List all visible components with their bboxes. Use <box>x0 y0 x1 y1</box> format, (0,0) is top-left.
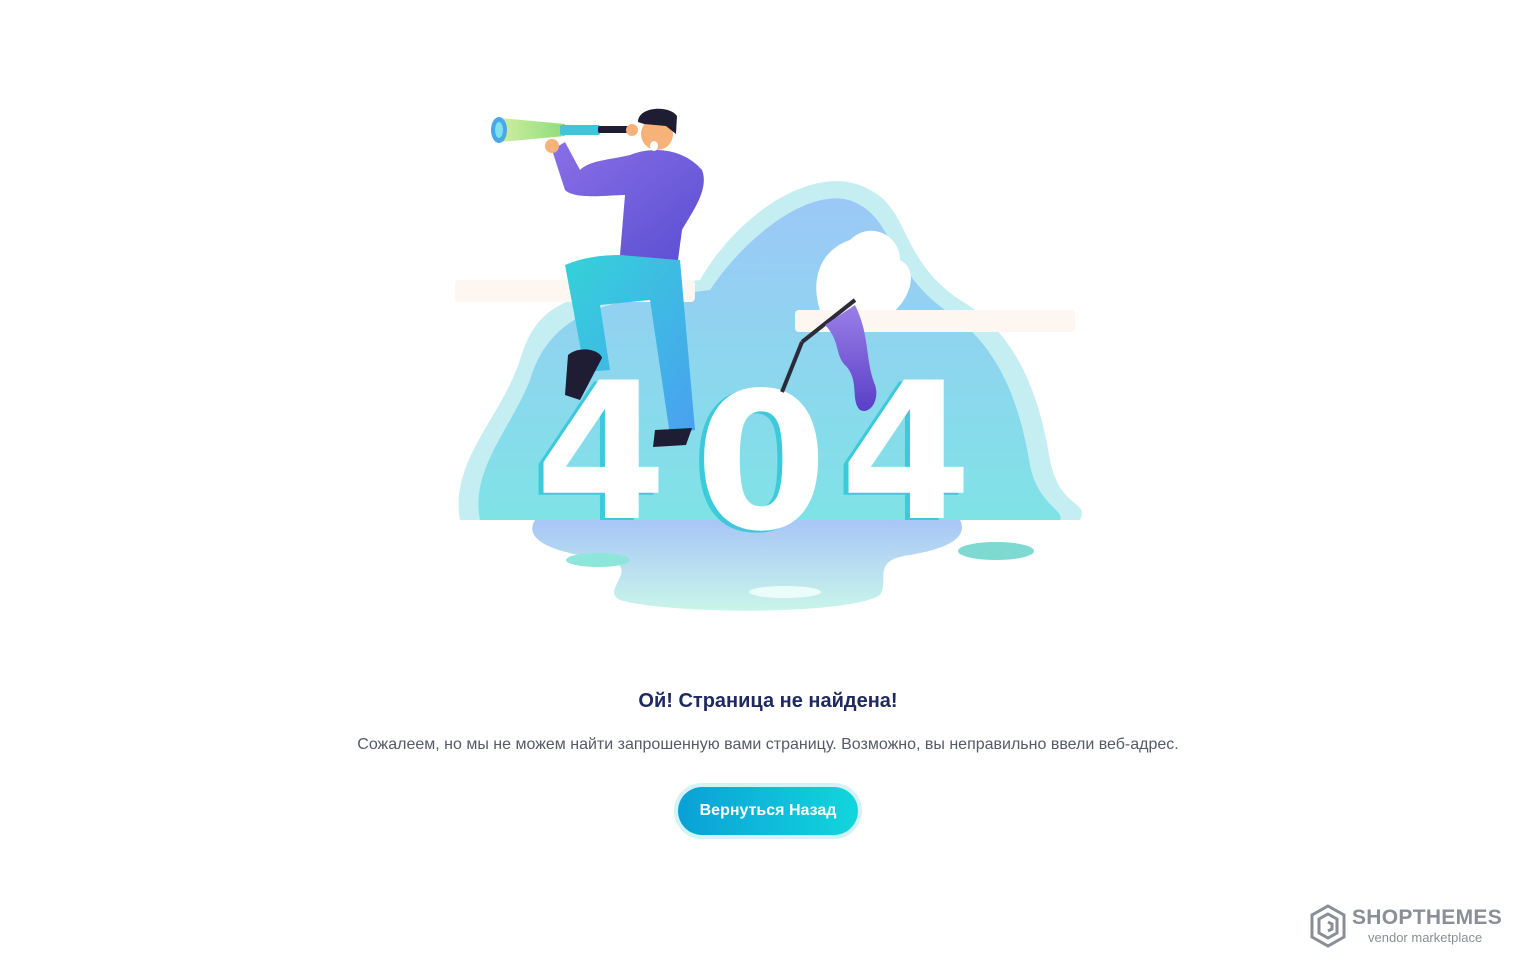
404-illustration: 4 4 0 0 4 4 <box>440 100 1100 620</box>
page-title: Ой! Страница не найдена! <box>638 690 898 712</box>
go-back-button[interactable]: Вернуться Назад <box>674 783 862 839</box>
man-with-telescope-illustration: 4 4 0 0 4 4 <box>455 108 1083 611</box>
brand-tagline: vendor marketplace <box>1368 930 1483 945</box>
hexagon-logo-icon <box>1310 904 1346 948</box>
telescope-icon <box>491 117 638 143</box>
brand-name: SHOPTHEMES <box>1352 906 1503 929</box>
error-message: Сожалеем, но мы не можем найти запрошенн… <box>357 736 1179 753</box>
go-back-button-label: Вернуться Назад <box>678 787 858 835</box>
digit-zero: 0 <box>695 352 827 573</box>
digit-four-left: 4 <box>535 342 667 563</box>
error-page: 4 4 0 0 4 4 Ой! Страница не найдена! Сож… <box>0 0 1536 966</box>
brand-watermark[interactable]: SHOPTHEMES vendor marketplace <box>1310 902 1520 952</box>
